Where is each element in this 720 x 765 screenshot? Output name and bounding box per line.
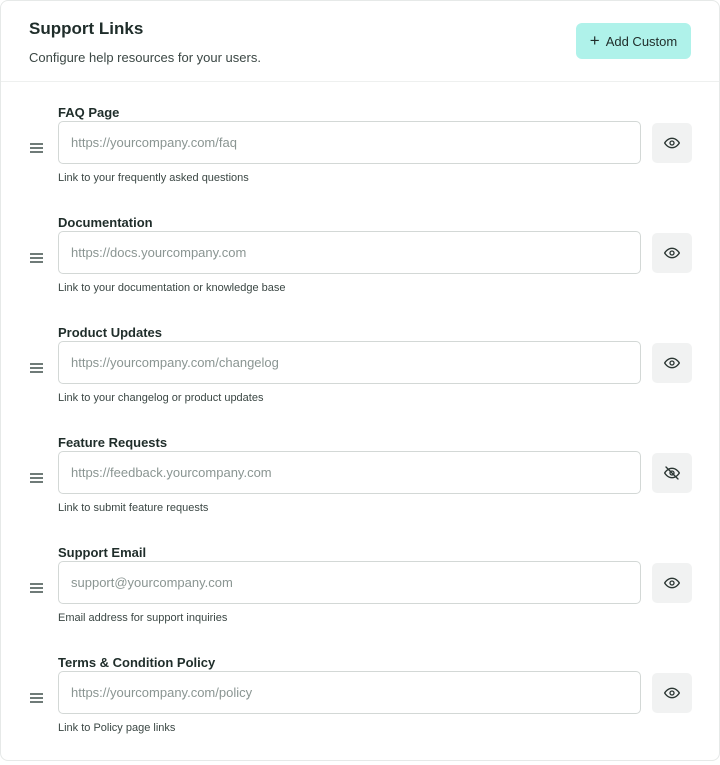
- link-row-feature-requests: Feature Requests Link to submit feature …: [1, 435, 719, 545]
- eye-icon: [664, 357, 680, 369]
- field-label: FAQ Page: [58, 105, 120, 120]
- drag-handle-icon[interactable]: [30, 253, 43, 263]
- policy-url-input[interactable]: [58, 671, 641, 714]
- field-hint: Link to Policy page links: [58, 722, 176, 734]
- visibility-toggle-button[interactable]: [652, 453, 692, 493]
- page-subtitle: Configure help resources for your users.: [29, 50, 261, 65]
- link-row-support-email: Support Email Email address for support …: [1, 545, 719, 655]
- field-hint: Link to submit feature requests: [58, 502, 209, 514]
- drag-handle-icon[interactable]: [30, 363, 43, 373]
- support-links-card: Support Links Configure help resources f…: [0, 0, 720, 761]
- field-hint: Link to your frequently asked questions: [58, 172, 249, 184]
- add-custom-button[interactable]: + Add Custom: [576, 23, 691, 59]
- drag-handle-icon[interactable]: [30, 473, 43, 483]
- eye-icon: [664, 577, 680, 589]
- drag-handle-icon[interactable]: [30, 583, 43, 593]
- field-hint: Link to your changelog or product update…: [58, 392, 264, 404]
- visibility-toggle-button[interactable]: [652, 123, 692, 163]
- visibility-toggle-button[interactable]: [652, 343, 692, 383]
- link-row-faq: FAQ Page Link to your frequently asked q…: [1, 105, 719, 215]
- documentation-url-input[interactable]: [58, 231, 641, 274]
- field-label: Terms & Condition Policy: [58, 655, 216, 670]
- link-row-documentation: Documentation Link to your documentation…: [1, 215, 719, 325]
- eye-icon: [664, 247, 680, 259]
- eye-off-icon: [664, 466, 680, 480]
- drag-handle-icon[interactable]: [30, 143, 43, 153]
- support-email-input[interactable]: [58, 561, 641, 604]
- plus-icon: +: [589, 31, 600, 50]
- field-label: Support Email: [58, 545, 147, 560]
- link-row-terms-policy: Terms & Condition Policy Link to Policy …: [1, 655, 719, 765]
- field-label: Product Updates: [58, 325, 163, 340]
- visibility-toggle-button[interactable]: [652, 673, 692, 713]
- feature-requests-url-input[interactable]: [58, 451, 641, 494]
- faq-url-input[interactable]: [58, 121, 641, 164]
- field-hint: Email address for support inquiries: [58, 612, 228, 624]
- product-updates-url-input[interactable]: [58, 341, 641, 384]
- drag-handle-icon[interactable]: [30, 693, 43, 703]
- eye-icon: [664, 137, 680, 149]
- field-hint: Link to your documentation or knowledge …: [58, 282, 286, 294]
- add-custom-label: Add Custom: [605, 33, 678, 49]
- field-label: Feature Requests: [58, 435, 168, 450]
- visibility-toggle-button[interactable]: [652, 563, 692, 603]
- card-header: Support Links Configure help resources f…: [1, 1, 719, 82]
- page-title: Support Links: [29, 19, 144, 38]
- link-row-product-updates: Product Updates Link to your changelog o…: [1, 325, 719, 435]
- field-label: Documentation: [58, 215, 153, 230]
- visibility-toggle-button[interactable]: [652, 233, 692, 273]
- eye-icon: [664, 687, 680, 699]
